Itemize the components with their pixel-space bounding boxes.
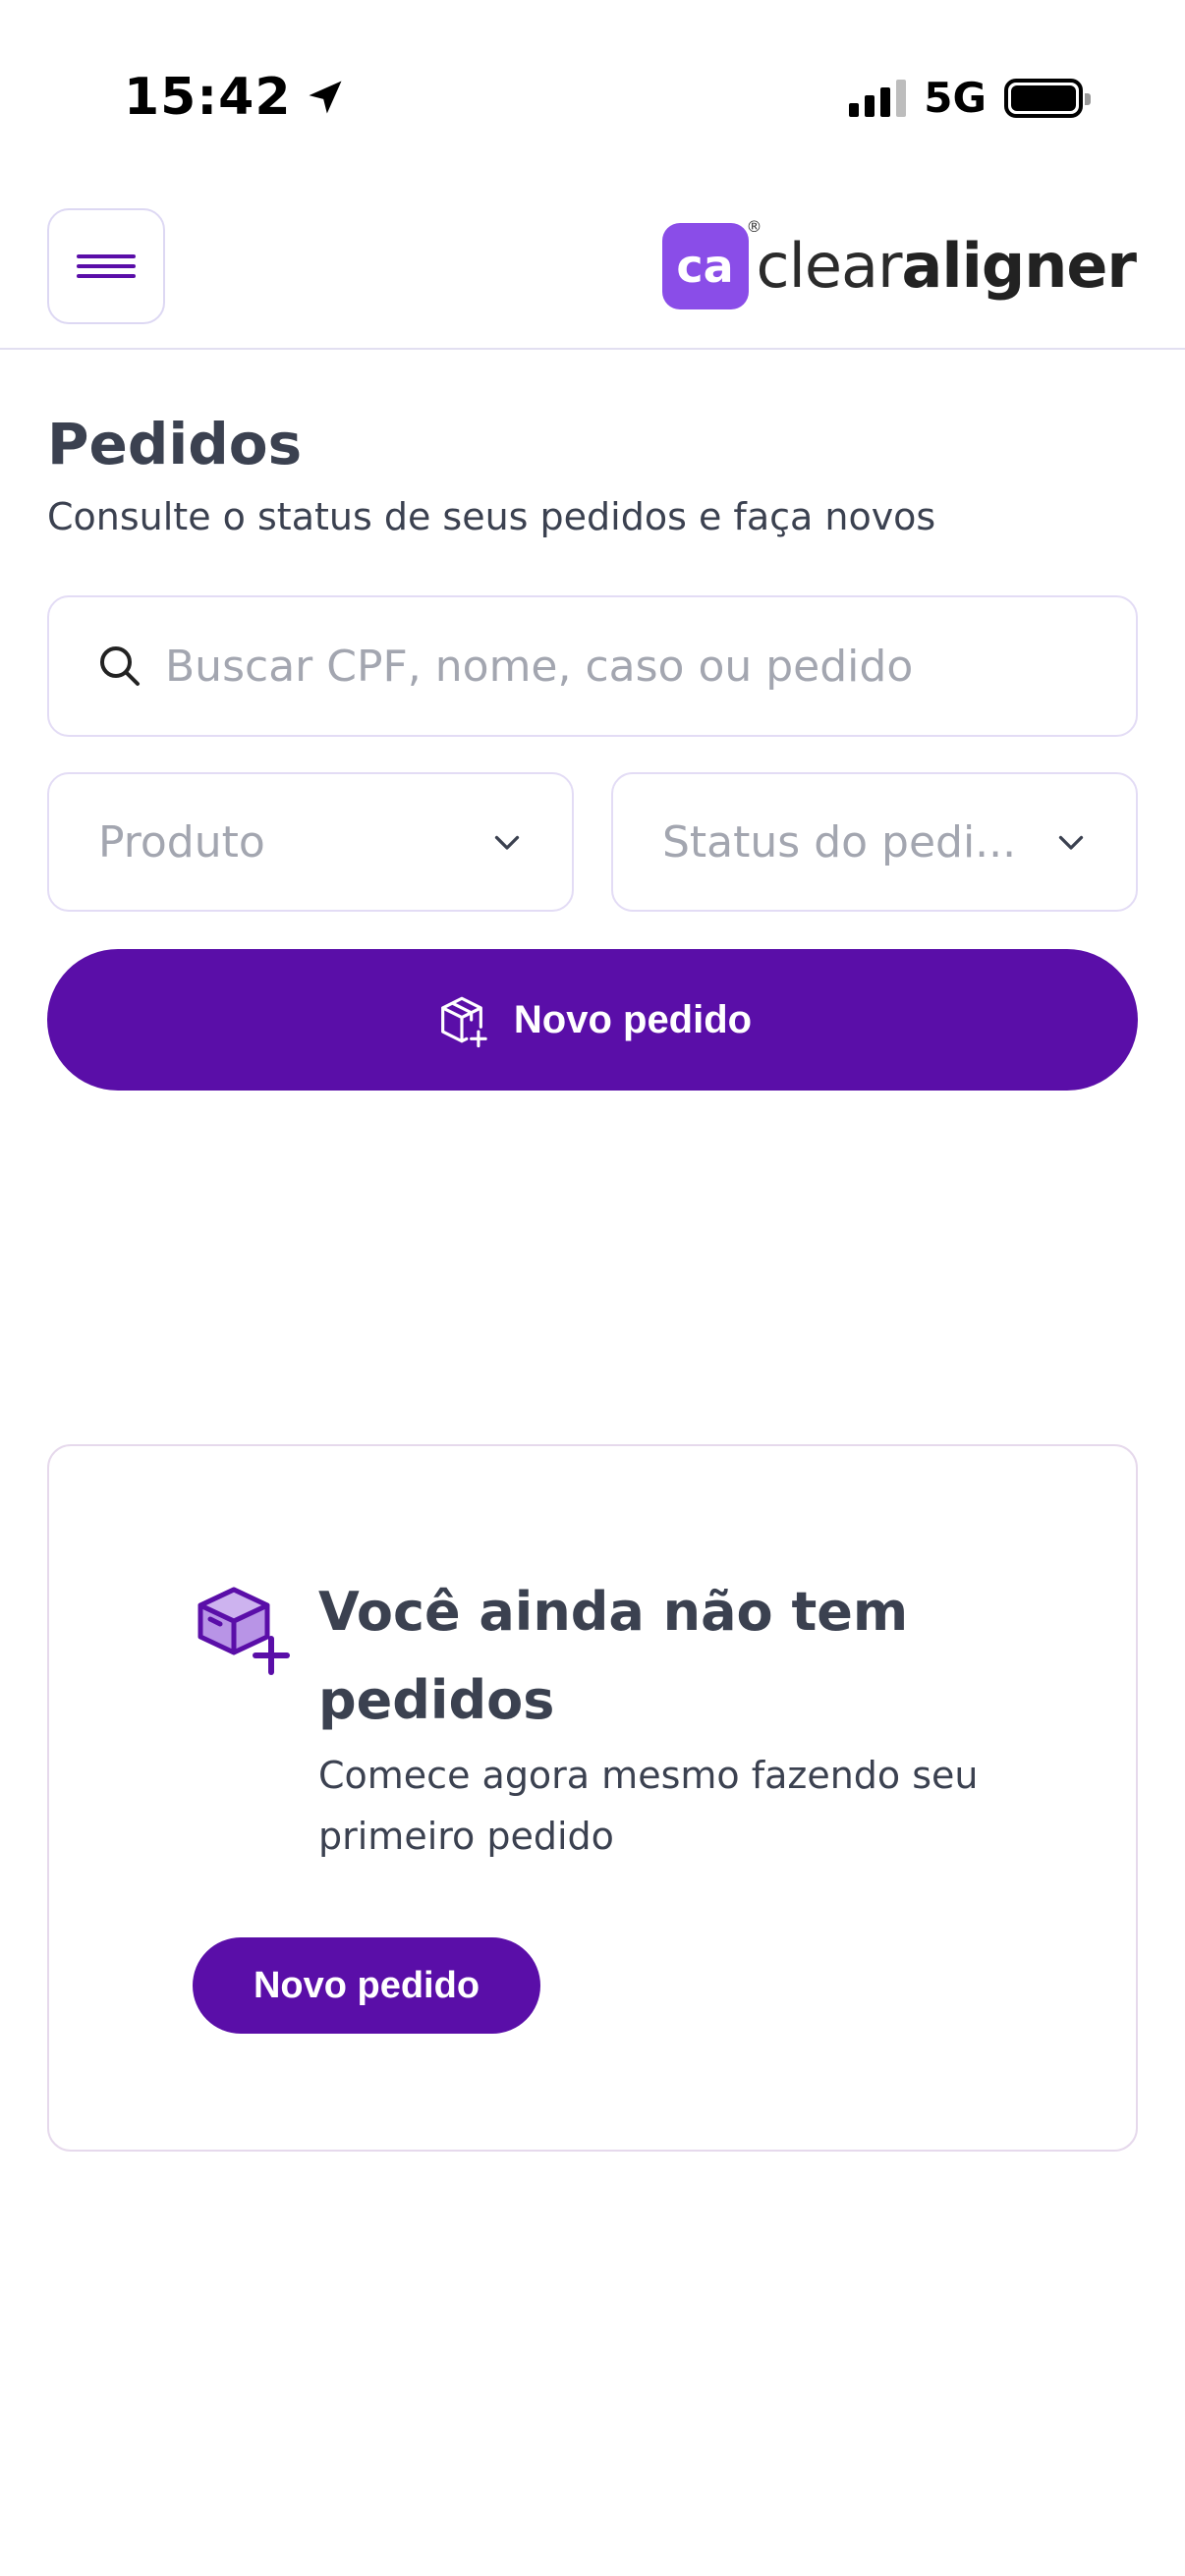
app-header: ca ® clearaligner [0, 196, 1185, 350]
empty-state-new-order-button[interactable]: Novo pedido [193, 1937, 540, 2034]
page-subtitle: Consulte o status de seus pedidos e faça… [47, 495, 936, 538]
empty-state-card: Você ainda não tem pedidos Comece agora … [47, 1444, 1138, 2152]
page-title: Pedidos [47, 411, 303, 477]
network-type: 5G [924, 74, 987, 122]
search-icon [100, 646, 140, 686]
menu-button[interactable] [47, 208, 165, 324]
brand-logo: ca ® clearaligner [661, 217, 1137, 310]
hamburger-menu-icon [77, 254, 136, 278]
search-field[interactable] [47, 595, 1138, 737]
box-plus-icon [440, 996, 487, 1048]
orders-page: 15:42 5G ca ® clearaligner Pedidos Consu… [0, 0, 1185, 2576]
product-select[interactable]: Produto [47, 772, 574, 912]
chevron-down-icon [494, 835, 520, 850]
box-plus-icon [198, 1587, 290, 1675]
logo-mark: ca ® [661, 217, 762, 309]
status-time: 15:42 [124, 63, 347, 132]
cellular-signal-icon [849, 80, 907, 117]
empty-state-button-label: Novo pedido [253, 1964, 480, 2006]
status-time-text: 15:42 [124, 68, 292, 127]
battery-icon [1004, 79, 1091, 118]
new-order-button[interactable]: Novo pedido [47, 949, 1138, 1091]
location-arrow-icon [309, 81, 342, 114]
chevron-down-icon [1058, 835, 1084, 850]
logo-wordmark: clearaligner [756, 230, 1137, 302]
product-select-label: Produto [98, 816, 265, 868]
status-select-label: Status do pedi... [662, 816, 1017, 868]
empty-state-description: Comece agora mesmo fazendo seu primeiro … [318, 1754, 979, 1858]
new-order-button-label: Novo pedido [513, 997, 753, 1041]
search-input[interactable] [165, 641, 1049, 692]
status-select[interactable]: Status do pedi... [611, 772, 1138, 912]
status-indicators: 5G [849, 69, 1091, 128]
empty-state-title: Você ainda não tem pedidos [318, 1581, 909, 1731]
status-bar: 15:42 5G [0, 0, 1185, 196]
